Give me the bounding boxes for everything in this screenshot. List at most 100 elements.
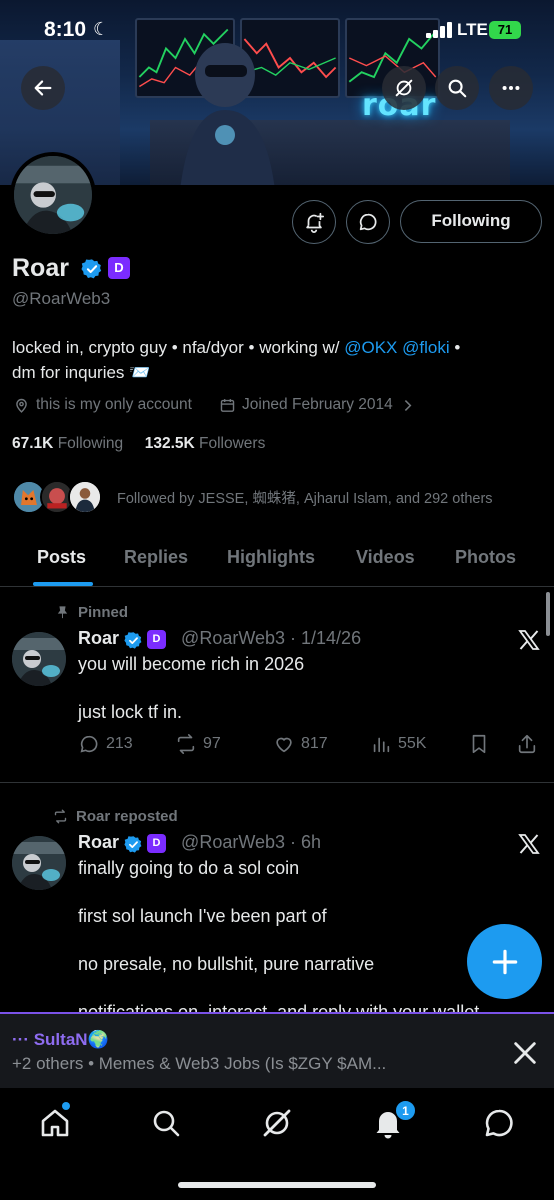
profile-name: Roar bbox=[12, 254, 69, 282]
post-divider bbox=[0, 782, 554, 783]
tab-replies[interactable]: Replies bbox=[124, 547, 188, 568]
more-options-button[interactable] bbox=[489, 66, 533, 110]
plus-icon bbox=[492, 949, 517, 974]
person-avatar-image bbox=[70, 482, 100, 512]
views-chart-icon bbox=[373, 737, 390, 753]
profile-avatar[interactable] bbox=[10, 152, 96, 238]
post-header: Roar @RoarWeb3 · 1/14/26 bbox=[78, 628, 361, 649]
reply-icon bbox=[80, 735, 98, 753]
follow-counts: 67.1K Following 132.5K Followers bbox=[12, 435, 265, 453]
nav-grok[interactable] bbox=[260, 1106, 294, 1140]
followers-label: Followers bbox=[199, 435, 266, 452]
bell-plus-icon bbox=[306, 212, 325, 233]
pinned-text: Pinned bbox=[78, 604, 129, 621]
scrollbar[interactable] bbox=[546, 592, 550, 636]
message-bubble-icon bbox=[485, 1109, 513, 1137]
status-time: 8:10 bbox=[44, 18, 87, 41]
share-icon bbox=[518, 734, 536, 754]
affiliate-badge: D bbox=[147, 630, 166, 649]
grok-button[interactable] bbox=[382, 66, 426, 110]
nav-home[interactable] bbox=[38, 1106, 72, 1140]
bio-text: locked in, crypto guy • nfa/dyor • worki… bbox=[12, 338, 345, 357]
repost-icon bbox=[54, 809, 67, 824]
compose-post-button[interactable] bbox=[467, 924, 542, 999]
affiliate-badge: D bbox=[147, 834, 166, 853]
notification-count-badge: 1 bbox=[395, 1100, 416, 1121]
post-author-name[interactable]: Roar bbox=[78, 832, 119, 852]
repost-button[interactable]: 97 bbox=[175, 733, 221, 755]
bio-separator: • bbox=[449, 338, 461, 357]
tab-videos[interactable]: Videos bbox=[356, 547, 415, 568]
back-button[interactable] bbox=[21, 66, 65, 110]
tab-posts[interactable]: Posts bbox=[37, 547, 86, 568]
heart-icon bbox=[276, 737, 292, 753]
bio-mention-floki[interactable]: @floki bbox=[402, 338, 450, 357]
post-text-line-3: first sol launch I've been part of bbox=[78, 906, 327, 926]
signal-icon bbox=[426, 22, 452, 38]
tab-photos[interactable]: Photos bbox=[455, 547, 516, 568]
status-bar: 8:10 ☾ LTE 71 bbox=[0, 0, 554, 56]
nav-search[interactable] bbox=[149, 1106, 183, 1140]
profile-joined[interactable]: Joined February 2014 bbox=[219, 396, 416, 414]
battery-indicator: 71 bbox=[489, 21, 521, 39]
verified-badge-icon bbox=[124, 836, 142, 853]
home-icon bbox=[41, 1109, 69, 1137]
message-bubble-icon bbox=[359, 213, 377, 231]
joined-text: Joined February 2014 bbox=[242, 396, 393, 413]
search-icon bbox=[153, 1110, 180, 1137]
search-icon bbox=[448, 79, 467, 98]
followers-link[interactable]: 132.5K Followers bbox=[145, 435, 266, 452]
reply-button[interactable]: 213 bbox=[78, 733, 133, 755]
bookmark-icon bbox=[472, 734, 486, 754]
post-text-line-5: no presale, no bullshit, pure narrative bbox=[78, 954, 375, 974]
home-unread-dot bbox=[62, 1102, 70, 1110]
post-meta: @RoarWeb3 · 6h bbox=[181, 832, 322, 852]
subscribe-notifications-button[interactable] bbox=[292, 200, 336, 244]
following-count: 67.1K bbox=[12, 435, 54, 452]
search-button[interactable] bbox=[435, 66, 479, 110]
follower-avatar-3[interactable] bbox=[68, 480, 102, 514]
post-meta: @RoarWeb3 · 1/14/26 bbox=[181, 628, 362, 648]
profile-location: this is my only account bbox=[13, 396, 192, 414]
profile-handle: @RoarWeb3 bbox=[12, 289, 111, 308]
verified-badge-icon bbox=[124, 632, 142, 649]
post-avatar[interactable] bbox=[12, 632, 66, 686]
share-button[interactable] bbox=[516, 733, 538, 755]
post-text-line-1: finally going to do a sol coin bbox=[78, 858, 300, 878]
following-button[interactable]: Following bbox=[400, 200, 542, 243]
post-text-line-3: just lock tf in. bbox=[78, 702, 183, 722]
bookmark-button[interactable] bbox=[468, 733, 490, 755]
grok-icon bbox=[395, 79, 413, 97]
following-link[interactable]: 67.1K Following bbox=[12, 435, 123, 452]
avatar-image bbox=[14, 156, 92, 234]
moon-icon: ☾ bbox=[93, 19, 110, 39]
nav-messages[interactable] bbox=[482, 1106, 516, 1140]
repost-icon bbox=[177, 734, 195, 754]
avatar-image bbox=[12, 632, 66, 686]
location-pin-icon bbox=[16, 398, 27, 413]
affiliate-badge[interactable]: D bbox=[108, 257, 130, 279]
post-header: Roar @RoarWeb3 · 6h bbox=[78, 832, 321, 853]
x-logo-icon bbox=[518, 630, 540, 650]
home-indicator[interactable] bbox=[178, 1182, 376, 1188]
location-text: this is my only account bbox=[36, 396, 192, 413]
bio-mention-okx[interactable]: @OKX bbox=[344, 338, 397, 357]
post-text-line-7: notifications on, interact, and reply wi… bbox=[78, 1002, 480, 1012]
arrow-left-icon bbox=[34, 80, 52, 96]
repost-count: 97 bbox=[203, 735, 221, 752]
views-button[interactable]: 55K bbox=[370, 733, 426, 755]
bio-line-2: dm for inquries 📨 bbox=[12, 363, 151, 382]
chat-preview-text: +2 others • Memes & Web3 Jobs (Is $ZGY $… bbox=[12, 1054, 387, 1073]
close-icon[interactable] bbox=[511, 1039, 539, 1067]
post-text-line-1: you will become rich in 2026 bbox=[78, 654, 305, 674]
post-avatar[interactable] bbox=[12, 836, 66, 890]
chat-preview-bar[interactable]: ··· SultaN🌍 +2 others • Memes & Web3 Job… bbox=[0, 1012, 554, 1088]
message-button[interactable] bbox=[346, 200, 390, 244]
calendar-icon bbox=[220, 398, 235, 412]
like-button[interactable]: 817 bbox=[273, 733, 328, 755]
following-label: Following bbox=[57, 435, 124, 452]
tab-highlights[interactable]: Highlights bbox=[227, 547, 315, 568]
post-author-name[interactable]: Roar bbox=[78, 628, 119, 648]
like-count: 817 bbox=[301, 735, 328, 752]
followed-by-text[interactable]: Followed by JESSE, 蜘蛛猪, Ajharul Islam, a… bbox=[117, 487, 493, 508]
